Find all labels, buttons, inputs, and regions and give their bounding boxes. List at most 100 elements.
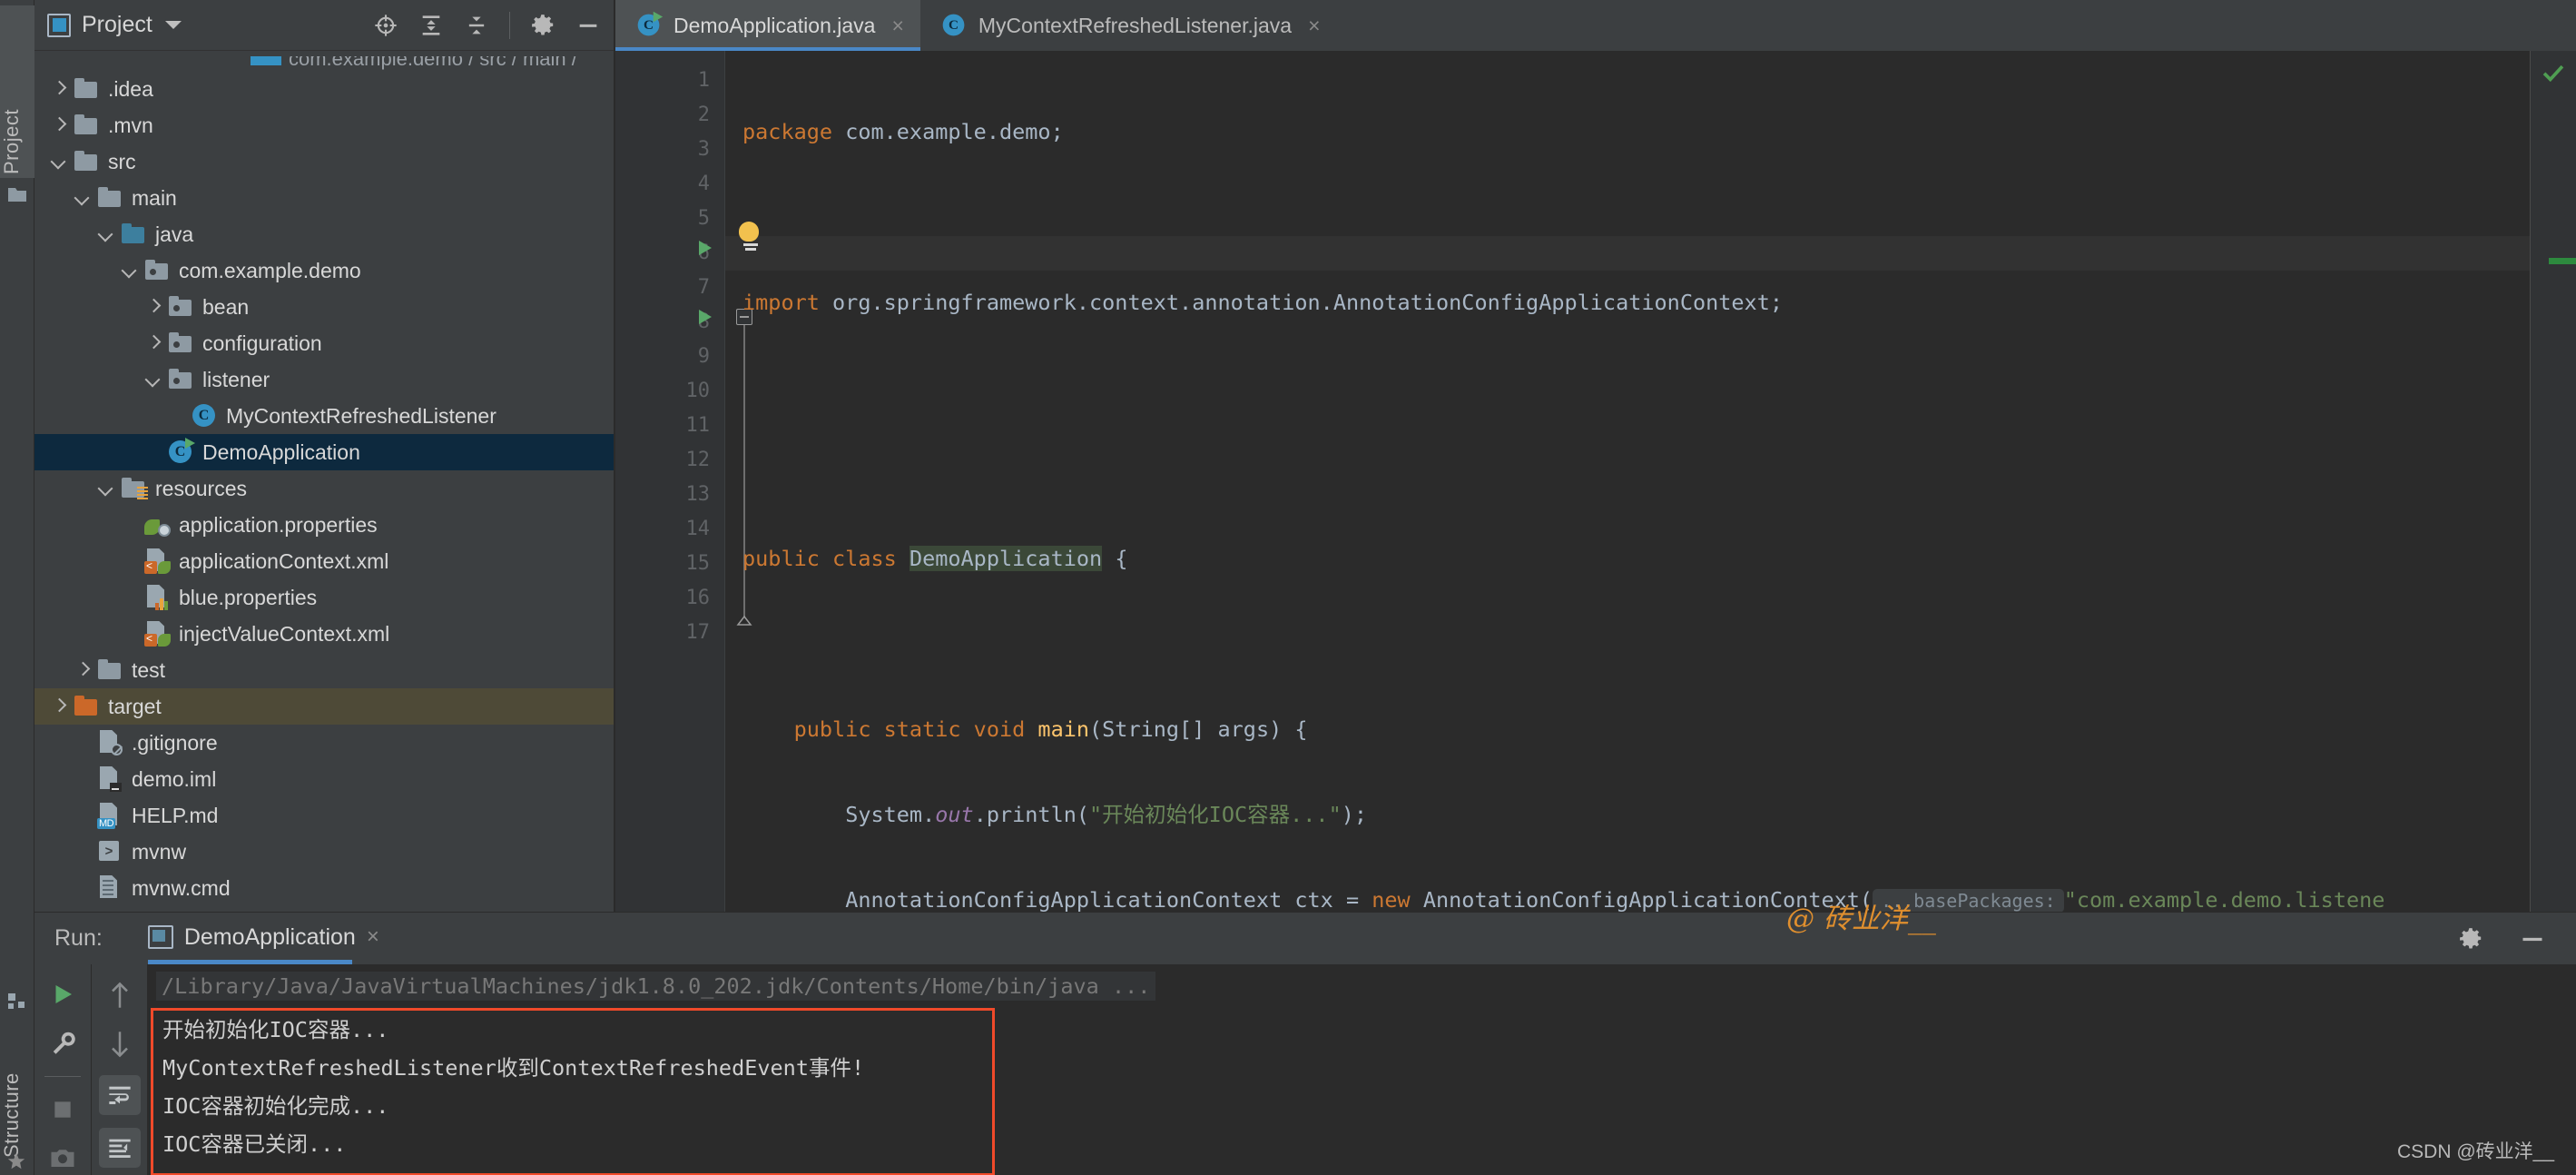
project-panel-toolbar xyxy=(373,11,605,39)
code-text[interactable]: package com.example.demo; import org.spr… xyxy=(724,51,2576,912)
chevron-down-icon[interactable] xyxy=(142,368,165,391)
close-icon[interactable]: × xyxy=(891,14,903,38)
run-gutter-icon-class[interactable] xyxy=(699,241,712,255)
arrow-down-icon[interactable] xyxy=(100,1026,140,1062)
tree-item-help-md[interactable]: MD HELP.md xyxy=(34,797,614,834)
inspection-ok-check-icon[interactable] xyxy=(2540,62,2567,85)
code-line-3: import org.springframework.context.annot… xyxy=(724,285,2576,320)
editor-tab-demoapplication[interactable]: C DemoApplication.java × xyxy=(615,0,920,51)
spring-properties-icon xyxy=(143,512,171,538)
tree-item-demoapplication[interactable]: C DemoApplication xyxy=(34,434,614,470)
tree-item-mvnw[interactable]: > mvnw xyxy=(34,834,614,870)
close-icon[interactable]: × xyxy=(1308,14,1320,38)
tree-item-gitignore[interactable]: .gitignore xyxy=(34,725,614,761)
keyword-new: new xyxy=(1372,887,1411,912)
tree-item-src[interactable]: src xyxy=(34,143,614,180)
gear-icon[interactable] xyxy=(530,13,556,38)
close-icon[interactable]: × xyxy=(367,924,379,950)
tree-item-resources[interactable]: resources xyxy=(34,470,614,507)
chevron-right-icon[interactable] xyxy=(47,695,71,718)
tree-item-com-example-demo[interactable]: com.example.demo xyxy=(34,252,614,289)
rerun-icon[interactable] xyxy=(43,977,83,1011)
rail-tab-project-label: Project xyxy=(0,109,23,174)
tree-item-mvn[interactable]: .mvn xyxy=(34,107,614,143)
editor-tab-bar: C DemoApplication.java × C MyContextRefr… xyxy=(615,0,2576,51)
line-number: 15 xyxy=(685,552,711,575)
run-gutter-icon-main[interactable] xyxy=(699,310,712,324)
tree-item-label: HELP.md xyxy=(132,803,219,827)
code-line-6: public class DemoApplication { xyxy=(724,541,2576,576)
tree-item-configuration[interactable]: configuration xyxy=(34,325,614,361)
tree-item-listener[interactable]: listener xyxy=(34,361,614,398)
tree-item-mycontextrefreshedlistener[interactable]: C MyContextRefreshedListener xyxy=(34,398,614,434)
rail-tab-project[interactable]: Project xyxy=(0,5,34,178)
camera-icon[interactable] xyxy=(43,1141,83,1175)
line-number: 9 xyxy=(697,345,710,368)
code-editor[interactable]: 1 2 3 4 5 6 7 8 9 10 11 12 13 14 15 16 17 package com.ex… xyxy=(615,51,2576,912)
arrow-up-icon[interactable] xyxy=(100,977,140,1013)
editor-tab-label: DemoApplication.java xyxy=(673,13,876,37)
wrench-icon[interactable] xyxy=(43,1025,83,1059)
tree-item-label: DemoApplication xyxy=(202,439,360,464)
tree-item-blue-properties[interactable]: blue.properties xyxy=(34,579,614,616)
package-icon xyxy=(167,332,194,354)
chevron-down-icon[interactable] xyxy=(94,477,118,500)
locate-icon[interactable] xyxy=(373,13,398,38)
run-configuration-tab[interactable]: DemoApplication × xyxy=(147,924,379,964)
expand-all-icon[interactable] xyxy=(418,13,444,38)
chevron-down-icon[interactable] xyxy=(94,222,118,246)
left-tool-rail: Project Structure xyxy=(0,0,34,1175)
line-number: 1 xyxy=(697,69,710,92)
project-file-tree[interactable]: com.example.demo / src / main / .idea .mv… xyxy=(34,51,614,912)
chevron-right-icon[interactable] xyxy=(142,295,165,319)
chevron-right-icon[interactable] xyxy=(47,77,71,101)
tree-item-idea[interactable]: .idea xyxy=(34,71,614,107)
error-stripe-gutter[interactable] xyxy=(2531,51,2576,912)
editor-tab-mycontextrefreshedlistener[interactable]: C MyContextRefreshedListener.java × xyxy=(920,0,1337,51)
tree-item-bean[interactable]: bean xyxy=(34,289,614,325)
tree-item-application-properties[interactable]: application.properties xyxy=(34,507,614,543)
folder-icon xyxy=(73,114,100,136)
tree-item-main[interactable]: main xyxy=(34,180,614,216)
console-output[interactable]: /Library/Java/JavaVirtualMachines/jdk1.8… xyxy=(147,964,2576,1175)
chevron-right-icon[interactable] xyxy=(142,331,165,355)
chevron-down-icon[interactable] xyxy=(118,259,142,282)
tree-item-java[interactable]: java xyxy=(34,216,614,252)
tree-scrolled-row-sliver: com.example.demo / src / main / xyxy=(34,56,614,71)
tree-item-mvnw-cmd[interactable]: mvnw.cmd xyxy=(34,870,614,906)
editor-watermark: @ 砖业洋__ xyxy=(1786,903,1936,935)
minimize-icon[interactable] xyxy=(2520,926,2545,952)
tree-item-injectvaluecontext-xml[interactable]: injectValueContext.xml xyxy=(34,616,614,652)
brace-open: { xyxy=(1102,546,1128,571)
rail-tab-structure[interactable]: Structure xyxy=(0,999,34,1158)
console-output-highlight-box: 开始初始化IOC容器... MyContextRefreshedListener收… xyxy=(151,1008,995,1175)
code-line-1: package com.example.demo; xyxy=(724,114,2576,149)
stop-icon[interactable] xyxy=(43,1092,83,1126)
tree-item-demo-iml[interactable]: demo.iml xyxy=(34,761,614,797)
favorites-rail-icon[interactable] xyxy=(6,1151,28,1173)
tree-item-target[interactable]: target xyxy=(34,688,614,725)
chevron-down-icon[interactable] xyxy=(164,21,182,29)
line-number: 13 xyxy=(685,483,711,506)
tree-item-label: demo.iml xyxy=(132,766,217,791)
gear-icon[interactable] xyxy=(2458,926,2483,952)
scroll-to-end-icon[interactable] xyxy=(98,1128,141,1168)
collapse-all-icon[interactable] xyxy=(464,13,489,38)
toolbar-divider xyxy=(44,1075,81,1077)
tree-item-test[interactable]: test xyxy=(34,652,614,688)
soft-wrap-icon[interactable] xyxy=(98,1075,141,1115)
chevron-down-icon[interactable] xyxy=(71,186,94,210)
chevron-right-icon[interactable] xyxy=(47,114,71,137)
chevron-right-icon[interactable] xyxy=(71,658,94,682)
project-window-icon xyxy=(47,13,71,37)
code-line-9: System.out.println("开始初始化IOC容器..."); xyxy=(724,797,2576,832)
tree-item-applicationcontext-xml[interactable]: applicationContext.xml xyxy=(34,543,614,579)
error-stripe-mark[interactable] xyxy=(2549,258,2576,264)
line-number: 16 xyxy=(685,587,711,609)
line-number: 10 xyxy=(685,380,711,402)
minimize-icon[interactable] xyxy=(575,13,601,38)
out-field: out xyxy=(935,802,974,827)
chevron-down-icon[interactable] xyxy=(47,150,71,173)
